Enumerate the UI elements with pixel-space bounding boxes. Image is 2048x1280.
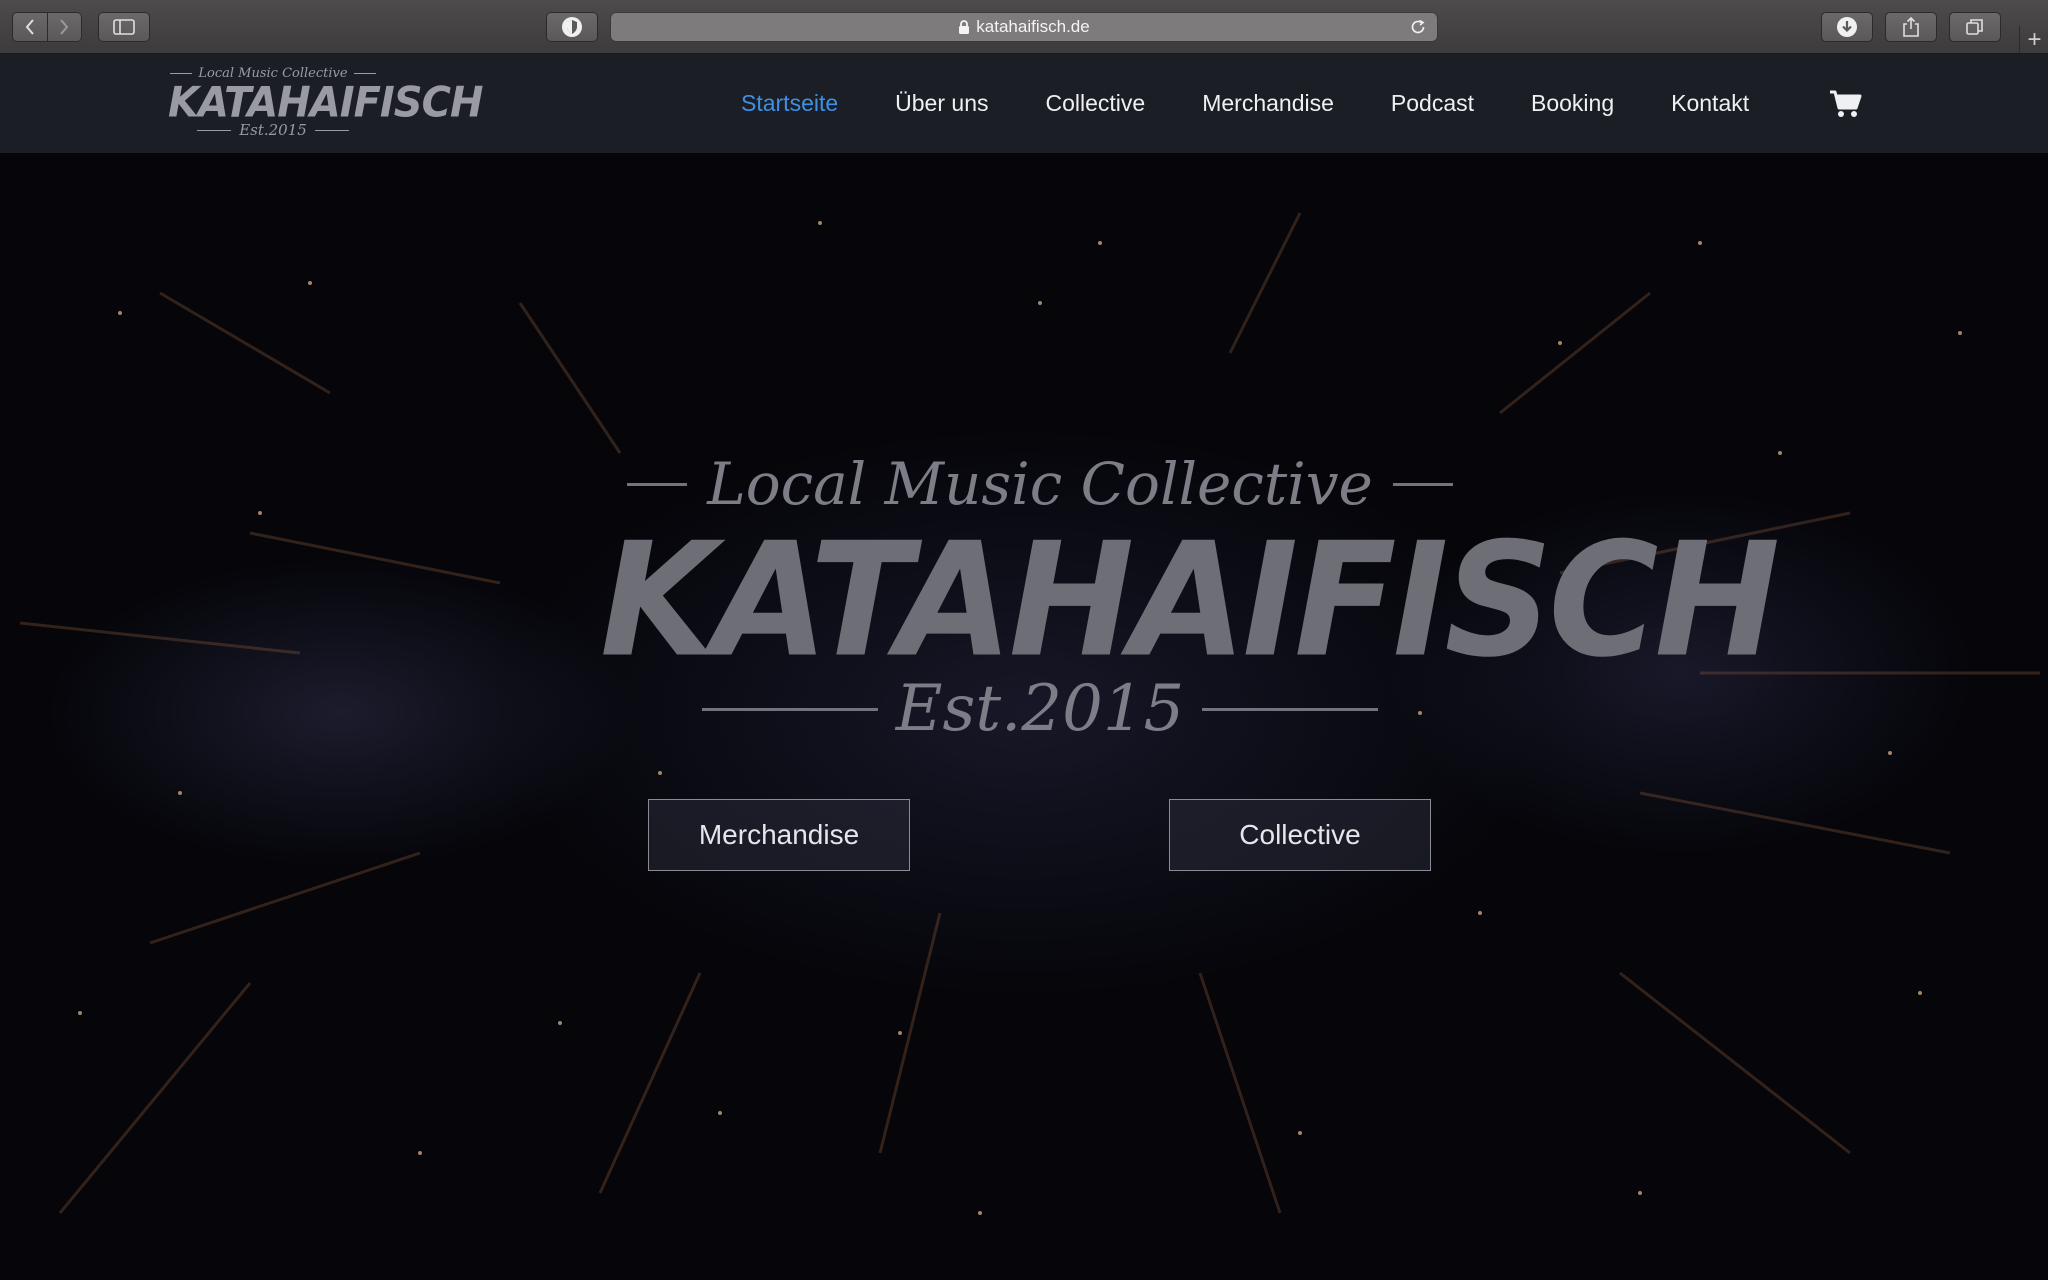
shopping-cart-icon[interactable] <box>1829 89 1863 124</box>
nav-podcast[interactable]: Podcast <box>1391 90 1474 117</box>
sidebar-icon <box>113 19 135 35</box>
history-nav <box>12 12 82 42</box>
privacy-shield-button[interactable] <box>546 12 598 42</box>
logo-name: KATAHAIFISCH <box>168 78 483 128</box>
site-logo[interactable]: Local Music Collective KATAHAIFISCH Est.… <box>168 62 483 148</box>
main-navigation: Startseite Über uns Collective Merchandi… <box>741 54 1806 153</box>
lock-icon <box>958 19 970 35</box>
address-bar[interactable]: katahaifisch.de <box>610 12 1438 42</box>
chevron-right-icon <box>60 19 69 35</box>
share-icon <box>1903 16 1919 37</box>
nav-ueber-uns[interactable]: Über uns <box>895 90 988 117</box>
nav-startseite[interactable]: Startseite <box>741 90 838 117</box>
tabs-icon <box>1966 19 1983 35</box>
nav-merchandise[interactable]: Merchandise <box>1202 90 1334 117</box>
nav-kontakt[interactable]: Kontakt <box>1671 90 1749 117</box>
download-icon <box>1837 17 1857 37</box>
sidebar-toggle-button[interactable] <box>98 12 150 42</box>
shield-icon <box>562 17 582 37</box>
downloads-button[interactable] <box>1821 12 1873 42</box>
plus-icon: + <box>2027 25 2042 53</box>
hero-title: KATAHAIFISCH <box>600 509 1780 693</box>
nav-collective[interactable]: Collective <box>1045 90 1145 117</box>
url-text: katahaifisch.de <box>976 17 1090 36</box>
back-button[interactable] <box>13 13 47 41</box>
share-button[interactable] <box>1885 12 1937 42</box>
new-tab-button[interactable]: + <box>2019 26 2048 53</box>
collective-button[interactable]: Collective <box>1169 799 1431 871</box>
hero-section: Local Music Collective KATAHAIFISCH Est.… <box>0 153 2048 1280</box>
browser-toolbar: katahaifisch.de + <box>0 0 2048 54</box>
tab-overview-button[interactable] <box>1949 12 2001 42</box>
merchandise-button[interactable]: Merchandise <box>648 799 910 871</box>
nav-booking[interactable]: Booking <box>1531 90 1614 117</box>
site-header: Local Music Collective KATAHAIFISCH Est.… <box>0 54 2048 153</box>
reload-icon[interactable] <box>1409 18 1427 36</box>
forward-button[interactable] <box>46 13 82 41</box>
chevron-left-icon <box>25 19 34 35</box>
hero-logo: Local Music Collective KATAHAIFISCH Est.… <box>600 443 1780 749</box>
